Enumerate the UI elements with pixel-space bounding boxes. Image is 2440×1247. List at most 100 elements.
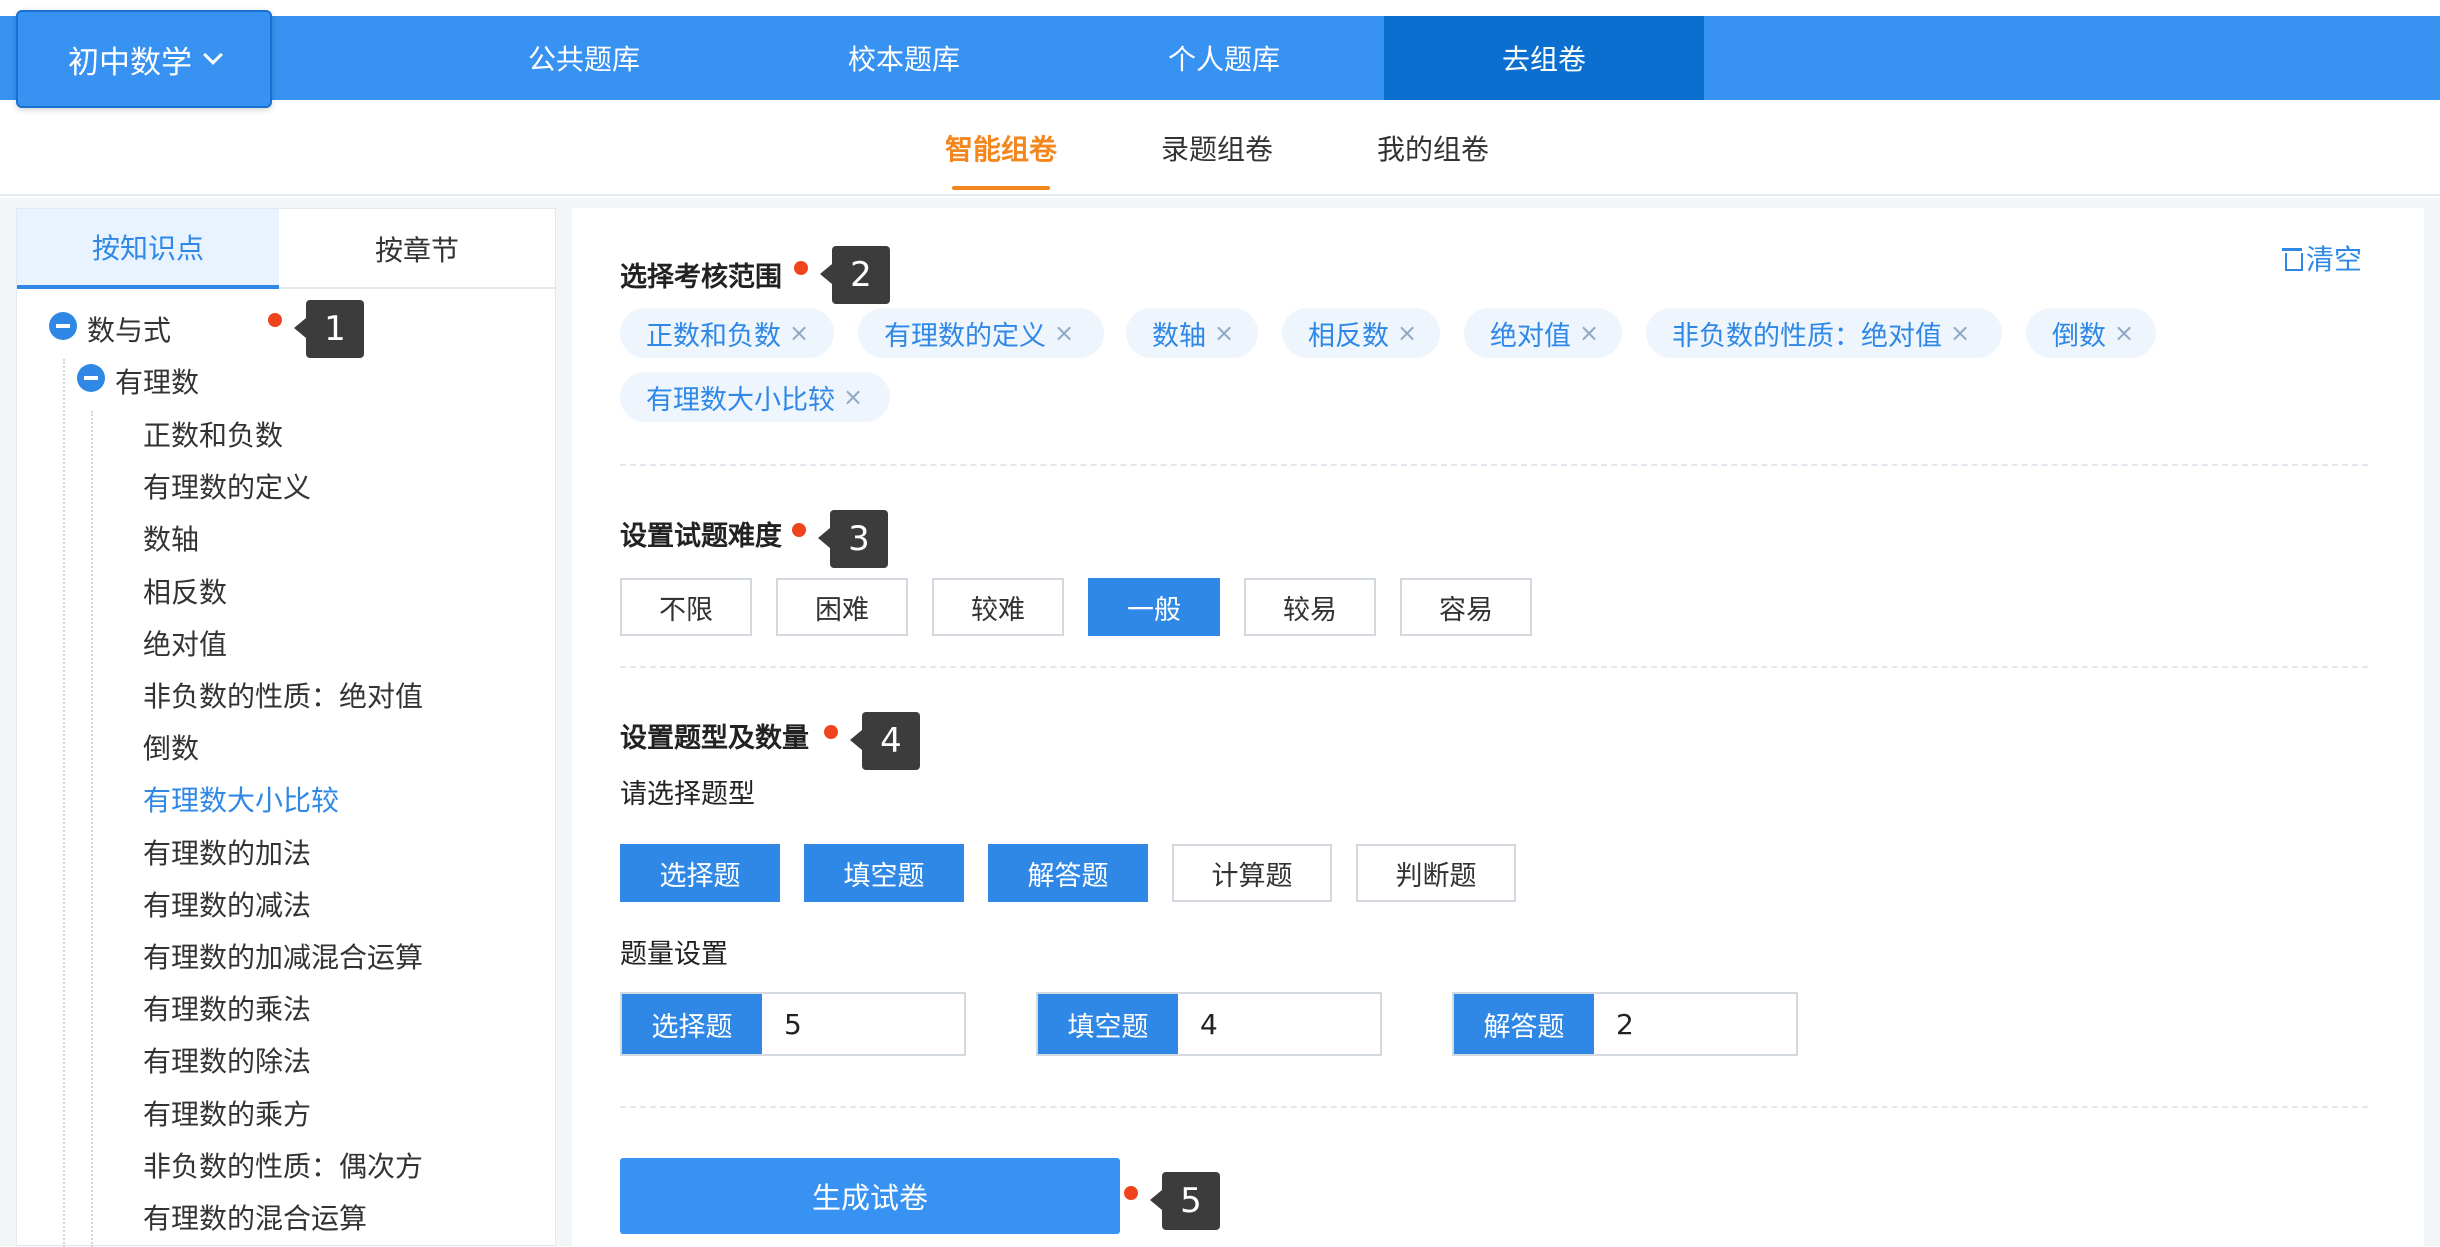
section-divider <box>620 464 2368 466</box>
tree-leaf[interactable]: 相反数 <box>143 571 227 611</box>
section-divider <box>620 666 2368 668</box>
close-icon[interactable]: × <box>1950 319 1970 347</box>
tree-guide-line <box>91 411 93 1247</box>
difficulty-option[interactable]: 容易 <box>1400 578 1532 636</box>
tree-leaf[interactable]: 有理数的乘法 <box>143 988 311 1028</box>
scope-chip-label: 正数和负数 <box>646 320 781 352</box>
clear-button[interactable]: 清空 <box>2282 238 2362 278</box>
tree-leaf[interactable]: 有理数的混合运算 <box>143 1197 367 1237</box>
callout-badge-2: 2 <box>820 246 890 304</box>
tree-leaf[interactable]: 非负数的性质：偶次方 <box>143 1145 423 1185</box>
scope-chip-label: 倒数 <box>2052 320 2106 352</box>
scope-chip: 非负数的性质：绝对值 × <box>1646 308 2002 358</box>
scope-chip: 数轴 × <box>1126 308 1258 358</box>
close-icon[interactable]: × <box>1579 319 1599 347</box>
tab-compose-paper[interactable]: 去组卷 <box>1384 16 1704 100</box>
knowledge-tree-panel: 按知识点 按章节 数与式 有理数 正数和负数有理数的定义 数轴相反数绝对值非负数的… <box>16 208 556 1247</box>
close-icon[interactable]: × <box>789 319 809 347</box>
difficulty-option[interactable]: 不限 <box>620 578 752 636</box>
active-subtab-indicator <box>952 186 1050 190</box>
subject-label: 初中数学 <box>68 44 192 81</box>
question-type-option[interactable]: 解答题 <box>988 844 1148 902</box>
tree-leaf[interactable]: 有理数的减法 <box>143 884 311 924</box>
question-type-option[interactable]: 填空题 <box>804 844 964 902</box>
trash-icon <box>2282 246 2303 271</box>
close-icon[interactable]: × <box>1054 319 1074 347</box>
tree-leaf[interactable]: 有理数的乘方 <box>143 1093 311 1133</box>
sub-nav-bar: 智能组卷 录题组卷 我的组卷 <box>0 100 2440 196</box>
marker-dot <box>268 313 282 327</box>
quantity-input[interactable]: 5 <box>762 994 964 1054</box>
subtab-manual-compose[interactable]: 录题组卷 <box>1146 100 1288 196</box>
close-icon[interactable]: × <box>843 383 863 411</box>
scope-chip-label: 数轴 <box>1152 320 1206 352</box>
clear-label: 清空 <box>2306 243 2363 276</box>
tree-leaf[interactable]: 非负数的性质：绝对值 <box>143 675 423 715</box>
tree-leaf[interactable]: 有理数的加减混合运算 <box>143 936 423 976</box>
tree-leaf[interactable]: 绝对值 <box>143 623 227 663</box>
subject-dropdown[interactable]: 初中数学 <box>16 10 272 108</box>
marker-dot <box>794 261 808 275</box>
marker-dot <box>1124 1186 1138 1200</box>
question-type-option[interactable]: 选择题 <box>620 844 780 902</box>
scope-section-title: 选择考核范围 <box>620 262 782 293</box>
tree-node-child[interactable]: 有理数 <box>115 361 199 401</box>
scope-chip: 绝对值 × <box>1464 308 1622 358</box>
tree-leaf[interactable]: 有理数的除法 <box>143 1040 311 1080</box>
quantity-field-choice: 选择题 5 <box>620 992 966 1056</box>
scope-chip-label: 有理数大小比较 <box>646 384 835 416</box>
scope-chip-label: 绝对值 <box>1490 320 1571 352</box>
tab-by-chapter[interactable]: 按章节 <box>279 209 555 289</box>
quantity-field-fill: 填空题 4 <box>1036 992 1382 1056</box>
tree-leaf[interactable]: 有理数的定义 <box>143 466 311 506</box>
tree-leaf[interactable]: 数轴 <box>143 518 199 558</box>
quantity-field-label: 选择题 <box>622 994 762 1054</box>
scope-chip: 倒数 × <box>2026 308 2156 358</box>
quantity-input[interactable]: 2 <box>1594 994 1796 1054</box>
scope-chip: 有理数的定义 × <box>858 308 1104 358</box>
tab-personal-bank[interactable]: 个人题库 <box>1064 16 1384 100</box>
scope-chip-label: 相反数 <box>1308 320 1389 352</box>
tree-leaf[interactable]: 正数和负数 <box>143 414 283 454</box>
chevron-down-icon <box>203 45 223 65</box>
callout-badge-5: 5 <box>1150 1172 1220 1230</box>
difficulty-option[interactable]: 一般 <box>1088 578 1220 636</box>
scope-chip: 相反数 × <box>1282 308 1440 358</box>
close-icon[interactable]: × <box>1214 319 1234 347</box>
compose-settings-panel <box>572 208 2424 1246</box>
close-icon[interactable]: × <box>1397 319 1417 347</box>
difficulty-section-title: 设置试题难度 <box>620 521 782 552</box>
tab-by-knowledge-point[interactable]: 按知识点 <box>17 209 279 289</box>
close-icon[interactable]: × <box>2114 319 2134 347</box>
difficulty-option[interactable]: 较易 <box>1244 578 1376 636</box>
tree-leaf[interactable]: 有理数的加法 <box>143 832 311 872</box>
type-prompt-label: 请选择题型 <box>620 779 755 810</box>
marker-dot <box>792 523 806 537</box>
collapse-icon[interactable] <box>49 312 77 340</box>
callout-badge-1: 1 <box>294 300 364 358</box>
tree-leaf[interactable]: 倒数 <box>143 727 199 767</box>
difficulty-option[interactable]: 较难 <box>932 578 1064 636</box>
generate-paper-button[interactable]: 生成试卷 <box>620 1158 1120 1234</box>
tree-node-root[interactable]: 数与式 <box>87 309 171 349</box>
marker-dot <box>824 725 838 739</box>
collapse-icon[interactable] <box>77 364 105 392</box>
question-type-option[interactable]: 计算题 <box>1172 844 1332 902</box>
scope-chip: 正数和负数 × <box>620 308 834 358</box>
quantity-input[interactable]: 4 <box>1178 994 1380 1054</box>
question-type-option[interactable]: 判断题 <box>1356 844 1516 902</box>
subtab-my-papers[interactable]: 我的组卷 <box>1362 100 1504 196</box>
quantity-field-answer: 解答题 2 <box>1452 992 1798 1056</box>
left-tab-bar: 按知识点 按章节 <box>17 209 555 289</box>
tab-school-bank[interactable]: 校本题库 <box>744 16 1064 100</box>
types-section-title: 设置题型及数量 <box>620 723 809 754</box>
tree-leaf[interactable]: 有理数大小比较 <box>143 779 339 819</box>
tree-guide-line <box>63 359 65 1247</box>
difficulty-option[interactable]: 困难 <box>776 578 908 636</box>
subtab-smart-compose[interactable]: 智能组卷 <box>930 100 1072 196</box>
tab-public-bank[interactable]: 公共题库 <box>424 16 744 100</box>
callout-badge-3: 3 <box>818 510 888 568</box>
quantity-field-label: 填空题 <box>1038 994 1178 1054</box>
quantity-field-label: 解答题 <box>1454 994 1594 1054</box>
scope-chip-label: 有理数的定义 <box>884 320 1046 352</box>
